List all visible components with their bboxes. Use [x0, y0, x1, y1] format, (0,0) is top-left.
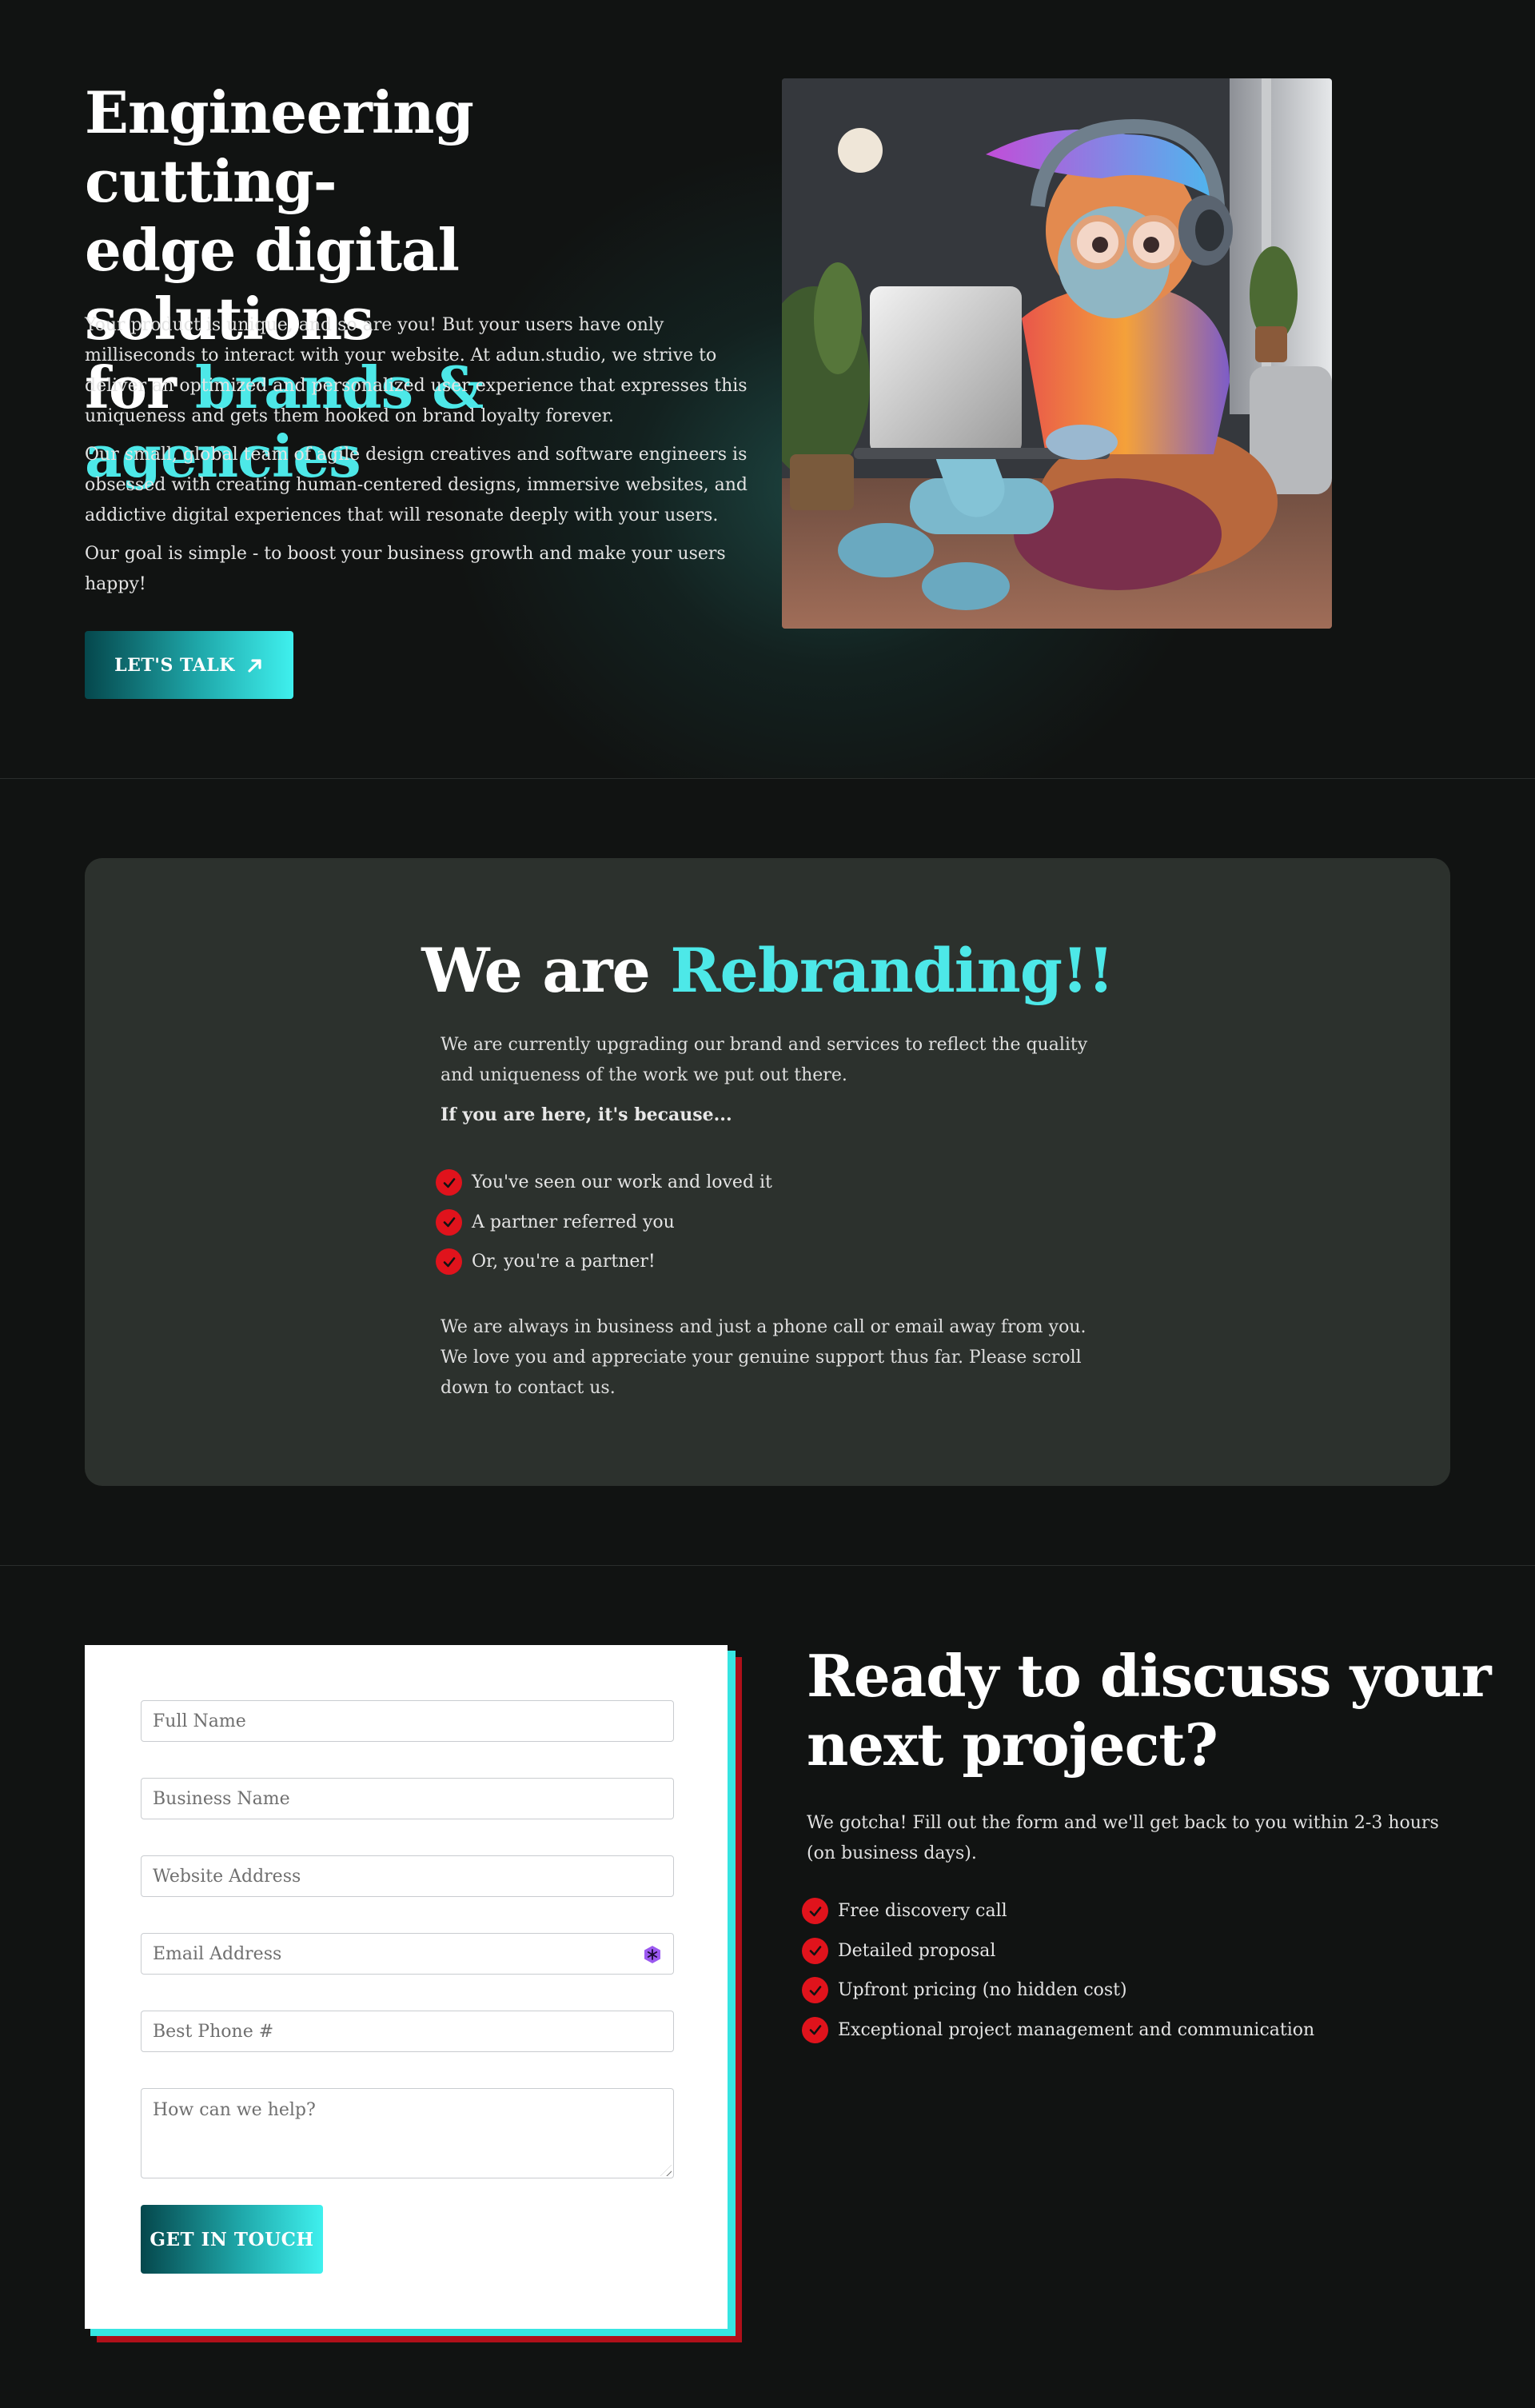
email-field[interactable] [141, 1933, 674, 1975]
hero-paragraph-2: Our small, global team of agile design c… [85, 445, 748, 525]
benefit-item: Upfront pricing (no hidden cost) [802, 1971, 1314, 2011]
rebranding-title-accent: Rebranding!! [670, 935, 1114, 1006]
reason-text: Or, you're a partner! [472, 1252, 656, 1272]
benefit-item: Detailed proposal [802, 1931, 1314, 1971]
hero-paragraph-1: Your product is unique, and so are you! … [85, 315, 748, 426]
benefits-list: Free discovery call Detailed proposal Up… [802, 1891, 1314, 2050]
full-name-input[interactable] [153, 1711, 662, 1731]
website-input[interactable] [153, 1866, 662, 1887]
phone-field[interactable] [141, 2011, 674, 2052]
business-name-input[interactable] [153, 1788, 662, 1809]
reason-item: You've seen our work and loved it [436, 1163, 772, 1203]
lets-talk-button[interactable]: LET'S TALK [85, 631, 293, 699]
hero-illustration [782, 78, 1332, 629]
reason-item: Or, you're a partner! [436, 1242, 772, 1282]
get-in-touch-button[interactable]: GET IN TOUCH [141, 2205, 323, 2274]
reasons-list: You've seen our work and loved it A part… [436, 1163, 772, 1282]
benefit-text: Free discovery call [838, 1901, 1007, 1922]
arrow-up-right-icon [248, 658, 261, 673]
reason-text: You've seen our work and loved it [472, 1172, 772, 1193]
phone-input[interactable] [153, 2021, 662, 2042]
lets-talk-label: LET'S TALK [114, 654, 235, 676]
rebranding-title: We are Rebranding!! [85, 935, 1450, 1007]
contact-form: GET IN TOUCH [85, 1645, 728, 2329]
check-circle-icon [802, 1898, 828, 1925]
hero-section: Engineering cutting- edge digital soluti… [0, 0, 1535, 778]
character-illustration [782, 78, 1332, 629]
message-textarea[interactable] [153, 2100, 662, 2164]
benefit-text: Detailed proposal [838, 1940, 996, 1961]
check-circle-icon [436, 1248, 462, 1276]
rebranding-intro: We are currently upgrading our brand and… [441, 1035, 1088, 1085]
contact-title: Ready to discuss your next project? [807, 1642, 1492, 1779]
reason-item: A partner referred you [436, 1203, 772, 1243]
benefit-text: Upfront pricing (no hidden cost) [838, 1980, 1127, 2001]
hero-title-line1: Engineering cutting- [85, 78, 474, 215]
rebranding-lead: If you are here, it's because... [441, 1104, 732, 1125]
rebranding-card: We are Rebranding!! We are currently upg… [85, 858, 1450, 1486]
benefit-item: Exceptional project management and commu… [802, 2011, 1314, 2051]
website-field[interactable] [141, 1855, 674, 1897]
resize-handle-icon[interactable] [660, 2165, 672, 2176]
password-manager-icon[interactable] [643, 1945, 662, 1964]
benefit-text: Exceptional project management and commu… [838, 2019, 1315, 2040]
check-circle-icon [802, 1977, 828, 2004]
section-divider-2 [0, 1565, 1535, 1566]
business-name-field[interactable] [141, 1778, 674, 1819]
contact-text: We gotcha! Fill out the form and we'll g… [807, 1813, 1439, 1863]
rebranding-closing: We are always in business and just a pho… [441, 1317, 1086, 1398]
check-circle-icon [436, 1208, 462, 1236]
benefit-item: Free discovery call [802, 1891, 1314, 1931]
check-circle-icon [802, 2016, 828, 2043]
check-circle-icon [436, 1169, 462, 1196]
reason-text: A partner referred you [472, 1212, 675, 1232]
hero-paragraph-3: Our goal is simple - to boost your busin… [85, 544, 726, 594]
full-name-field[interactable] [141, 1700, 674, 1742]
check-circle-icon [802, 1937, 828, 1964]
rebranding-title-plain: We are [421, 935, 671, 1006]
email-input[interactable] [153, 1943, 662, 1964]
section-divider-1 [0, 778, 1535, 779]
message-field[interactable] [141, 2088, 674, 2178]
